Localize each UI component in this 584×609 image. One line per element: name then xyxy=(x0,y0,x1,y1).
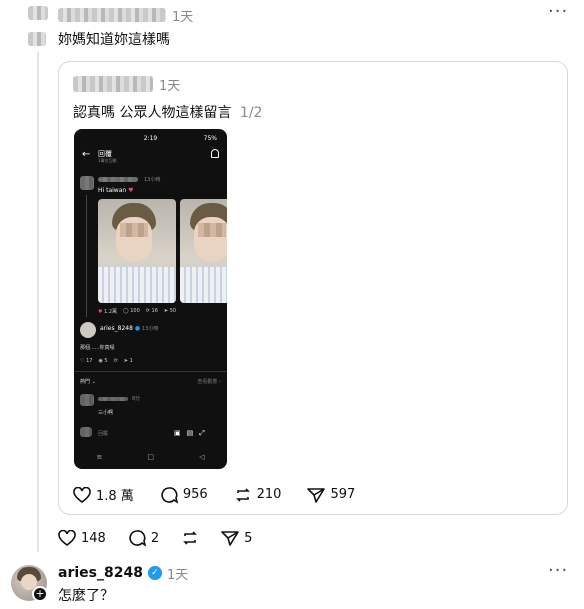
phone-post-actions: ♥ 1.2萬 ◯ 100 ⟳ 16 ➤ 50 xyxy=(98,308,176,315)
verified-badge-icon: ● xyxy=(134,325,141,332)
phone-aries-name: aries_8248 xyxy=(100,325,133,332)
phone-status-bar: 2:19 75% xyxy=(74,135,227,142)
image-icon: ▣ xyxy=(174,429,181,437)
quoted-post-header: 1天 xyxy=(73,74,180,94)
phone-replies: ◯ 100 xyxy=(123,308,140,314)
quoted-repost-button[interactable]: 210 xyxy=(234,486,282,504)
phone-sub-time: 8分 xyxy=(132,396,141,402)
comment-icon xyxy=(161,486,178,504)
reply-author-avatar-blurred xyxy=(28,6,48,20)
phone-shares: ➤ 50 xyxy=(163,308,177,314)
phone-photo-1 xyxy=(98,199,176,303)
repost-icon xyxy=(183,531,198,545)
phone-post-body: Hi taiwan xyxy=(98,187,127,194)
phone-reposts: ⟳ 16 xyxy=(145,308,158,314)
reply-author-name-blurred[interactable] xyxy=(58,8,166,22)
top-reply-header: 1天 xyxy=(58,6,194,25)
quoted-post-body: 認真嗎 公眾人物這樣留言 xyxy=(73,105,232,121)
face-mosaic xyxy=(198,223,226,237)
thread-line xyxy=(37,52,39,552)
phone-poster-avatar-blurred xyxy=(80,176,94,190)
comment-icon xyxy=(129,530,146,547)
nav-back-icon: ◁ xyxy=(199,453,205,461)
phone-poster-name-blurred xyxy=(98,177,138,182)
phone-aries-avatar xyxy=(80,322,96,338)
phone-header-sub: 1萬位互動 xyxy=(98,158,117,163)
aries-reply-header: aries_8248 ✓ 1天 xyxy=(58,563,188,583)
reply-thread-avatar-blurred xyxy=(28,32,46,46)
phone-battery: 75% xyxy=(203,135,217,142)
verified-badge-icon: ✓ xyxy=(147,566,162,580)
phone-divider xyxy=(74,371,227,372)
phone-thread-line xyxy=(86,195,87,317)
top-reply-time: 1天 xyxy=(172,9,194,25)
heart-emoji-icon: ♥ xyxy=(128,187,134,194)
aries-username[interactable]: aries_8248 xyxy=(58,565,143,581)
phone-sub-avatar-blurred xyxy=(80,394,94,406)
phone-reply-actions: ♡ 17 ◉ 5 ⟳ ➤ 1 xyxy=(80,358,133,364)
repost-icon xyxy=(235,487,250,502)
phone-post-time: 13小時 xyxy=(144,177,161,183)
quoted-comment-count: 956 xyxy=(182,487,208,502)
plus-icon[interactable]: + xyxy=(32,586,48,602)
phone-sub-reply-text: 三小啊 xyxy=(98,410,114,416)
back-arrow-icon: ← xyxy=(82,149,91,160)
image-page-counter: 1/2 xyxy=(239,105,263,121)
quoted-comment-button[interactable]: 956 xyxy=(160,486,208,504)
aries-reply-text: 怎麼了？ xyxy=(58,588,114,604)
phone-nav-bar: ≡ □ ◁ xyxy=(74,453,227,461)
phone-status-time: 2:19 xyxy=(143,135,158,142)
quoted-like-button[interactable]: 1.8 萬 xyxy=(73,485,134,504)
bell-icon xyxy=(211,149,219,158)
phone-input-tools: ▣ ▤ ⤢ xyxy=(174,429,205,438)
phone-input-avatar-blurred xyxy=(80,427,92,437)
heart-icon xyxy=(58,530,76,546)
nav-menu-icon: ≡ xyxy=(96,453,103,461)
like-count: 148 xyxy=(81,530,106,546)
phone-reply-replies: ◉ 5 xyxy=(98,358,108,364)
share-count: 5 xyxy=(244,530,253,546)
phone-aries-reply: 那個......你真噁 xyxy=(80,345,115,351)
quoted-share-count: 597 xyxy=(330,487,356,502)
phone-sub-name-blurred xyxy=(98,397,128,401)
quoted-post-card[interactable]: 1天 認真嗎 公眾人物這樣留言 1/2 2:19 75% ← 回覆 1萬位互動 … xyxy=(58,61,568,515)
quoted-repost-count: 210 xyxy=(256,487,282,502)
send-icon xyxy=(221,531,239,546)
quoted-post-actions: 1.8 萬 956 210 597 xyxy=(73,485,381,504)
phone-reply-input-hint: 回覆 xyxy=(98,431,109,437)
phone-reply-shares: ➤ 1 xyxy=(123,358,133,364)
repost-button[interactable] xyxy=(181,529,199,547)
comment-count: 2 xyxy=(150,530,160,546)
more-dots-icon[interactable]: ··· xyxy=(548,3,568,21)
phone-aries-name-row: aries_8248 ● 13小時 xyxy=(100,325,158,332)
nav-home-icon: □ xyxy=(147,453,155,461)
more-dots-icon[interactable]: ··· xyxy=(548,562,568,580)
phone-photo-2 xyxy=(180,199,227,303)
quoted-share-button[interactable]: 597 xyxy=(307,487,355,503)
like-button[interactable]: 148 xyxy=(58,530,106,546)
top-reply-actions: 148 2 5 xyxy=(58,529,274,547)
quoted-author-name-blurred[interactable] xyxy=(73,76,153,92)
phone-likes: ♥ 1.2萬 xyxy=(98,309,118,315)
comment-button[interactable]: 2 xyxy=(128,529,159,547)
top-reply-text: 妳媽知道妳這樣嗎 xyxy=(58,32,170,48)
share-button[interactable]: 5 xyxy=(221,530,252,546)
phone-aries-time: 13小時 xyxy=(142,326,159,332)
quoted-like-count: 1.8 萬 xyxy=(96,489,134,504)
gif-icon: ▤ xyxy=(186,429,194,437)
phone-reply-reposts: ⟳ xyxy=(113,358,118,364)
phone-reply-likes: ♡ 17 xyxy=(80,358,93,364)
phone-popular-label: 熱門 ⌄ xyxy=(80,379,96,385)
face-mosaic xyxy=(120,223,148,237)
quoted-post-text: 認真嗎 公眾人物這樣留言 1/2 xyxy=(73,102,262,122)
phone-view-activity: 查看動態 › xyxy=(197,379,221,385)
quoted-post-time: 1天 xyxy=(159,78,181,94)
expand-icon: ⤢ xyxy=(199,429,205,437)
embedded-phone-screenshot[interactable]: 2:19 75% ← 回覆 1萬位互動 13小時 Hi taiwan ♥ ♥ 1… xyxy=(74,129,227,469)
send-icon xyxy=(307,487,326,503)
aries-reply-time: 1天 xyxy=(166,567,189,583)
phone-post-text: Hi taiwan ♥ xyxy=(98,187,133,194)
heart-icon xyxy=(73,486,91,503)
